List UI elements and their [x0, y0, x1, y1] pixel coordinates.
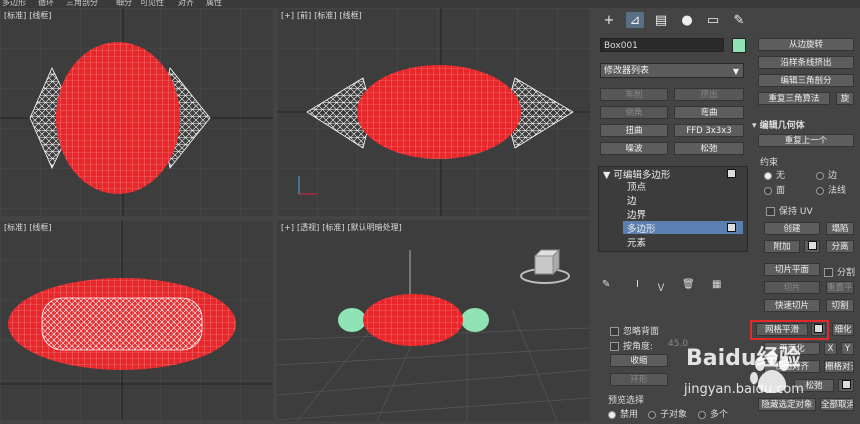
object-color-swatch[interactable] [732, 38, 746, 53]
ignore-backface-checkbox[interactable]: 忽略背面 [610, 324, 659, 337]
lathe-button[interactable]: 车削 [600, 88, 668, 101]
motion-tab-icon[interactable]: ● [678, 12, 696, 28]
show-end-result-icon[interactable]: Ⅰ [636, 279, 639, 290]
menu-triangulate[interactable]: 三角剖分 [66, 0, 98, 8]
display-mode-label[interactable]: [线框] [29, 223, 51, 232]
attach-button[interactable]: 附加 [764, 240, 800, 253]
detach-button[interactable]: 分离 [826, 240, 854, 253]
configure-modifier-sets-icon[interactable]: ▦ [712, 279, 721, 290]
ring-button[interactable]: 环形 [610, 373, 668, 386]
shading-label[interactable]: [标准] [4, 11, 26, 20]
by-angle-checkbox[interactable]: 按角度: [610, 339, 653, 352]
constraints-title: 约束 [760, 158, 779, 168]
edit-triangulation-button[interactable]: 编辑三角剖分 [758, 74, 854, 87]
viewport-top[interactable]: [标准] [线框] [0, 8, 273, 216]
modify-tab-icon[interactable]: ⊿ [626, 12, 644, 28]
menu-loop[interactable]: 循环 [38, 0, 54, 8]
extrude-button[interactable]: 挤出 [674, 88, 744, 101]
attach-settings-button[interactable] [804, 240, 820, 253]
menu-polygon[interactable]: 多边形 [2, 0, 26, 8]
hinge-from-edge-button[interactable]: 从边旋转 [758, 38, 854, 51]
quick-slice-button[interactable]: 快速切片 [764, 299, 820, 312]
cut-button[interactable]: 切割 [826, 299, 854, 312]
stack-root-icon [727, 169, 736, 178]
shading-label[interactable]: [标准] [4, 223, 26, 232]
create-button[interactable]: 创建 [764, 222, 820, 235]
display-mode-label[interactable]: [线框] [339, 11, 361, 20]
slice-button[interactable]: 切片 [764, 281, 820, 294]
stack-item-polygon[interactable]: 多边形 [627, 221, 656, 235]
extrude-along-spline-button[interactable]: 沿样条线挤出 [758, 56, 854, 69]
display-tab-icon[interactable]: ▭ [704, 12, 722, 28]
viewport-left-canvas [0, 220, 273, 421]
command-panel-tabs: + ⊿ ▤ ● ▭ ✎ [598, 10, 744, 30]
viewport-left-label[interactable]: [标准] [线框] [4, 222, 55, 233]
watermark-url: jingyan.baidu.com [684, 382, 804, 397]
viewport-front[interactable]: [+] [前] [标准] [线框] [277, 8, 590, 216]
viewport-front-label[interactable]: [+] [前] [标准] [线框] [281, 10, 365, 21]
view-label[interactable]: [透视] [297, 223, 319, 232]
viewport-perspective-canvas [277, 220, 590, 421]
constraint-edge-radio[interactable]: 边 [816, 168, 837, 181]
collapse-button[interactable]: 塌陷 [826, 222, 854, 235]
reset-plane-button[interactable]: 重置平面 [826, 281, 854, 294]
stack-item-vertex[interactable]: 顶点 [627, 179, 646, 193]
viewport-left[interactable]: [标准] [线框] [0, 220, 273, 421]
display-mode-label[interactable]: [线框] [29, 11, 51, 20]
preserve-uv-checkbox[interactable]: 保持 UV [766, 204, 813, 217]
remove-modifier-icon[interactable]: 🗑 [682, 279, 695, 290]
constraint-none-radio[interactable]: 无 [764, 168, 785, 181]
object-name-field[interactable]: Box001 [600, 38, 724, 52]
viewport-perspective-label[interactable]: [+] [透视] [标准] [默认明暗处理] [281, 222, 405, 233]
chevron-down-icon: ▼ [732, 67, 739, 76]
constraint-normal-radio[interactable]: 法线 [816, 183, 846, 196]
viewport-perspective[interactable]: [+] [透视] [标准] [默认明暗处理] [277, 220, 590, 421]
twist-button[interactable]: 扭曲 [600, 124, 668, 137]
slice-plane-button[interactable]: 切片平面 [764, 263, 820, 276]
make-unique-icon[interactable]: Ｖ [656, 279, 666, 294]
create-tab-icon[interactable]: + [600, 12, 618, 28]
modifier-list-label: 修改器列表 [604, 66, 650, 76]
shading-label[interactable]: [标准] [322, 223, 344, 232]
menu-align[interactable]: 对齐 [178, 0, 194, 8]
baidu-watermark: Baidu经验 jingyan.baidu.com [680, 318, 860, 421]
ffd-button[interactable]: FFD 3x3x3 [674, 124, 744, 137]
viewport-top-label[interactable]: [标准] [线框] [4, 10, 55, 21]
utilities-tab-icon[interactable]: ✎ [730, 12, 748, 28]
modifier-stack: ▼ 可编辑多边形 顶点 边 边界 多边形 元素 [598, 166, 748, 252]
constraint-face-radio[interactable]: 面 [764, 183, 785, 196]
menu-subdivide[interactable]: 细分 [116, 0, 132, 8]
viewport-front-canvas [277, 8, 590, 216]
watermark-text: Baidu经验 [686, 346, 801, 371]
bend-button[interactable]: 弯曲 [674, 106, 744, 119]
hierarchy-tab-icon[interactable]: ▤ [652, 12, 670, 28]
shrink-button[interactable]: 收缩 [610, 354, 668, 367]
noise-button[interactable]: 噪波 [600, 142, 668, 155]
split-checkbox[interactable]: 分割 [824, 265, 855, 278]
viewport-top-canvas [0, 8, 273, 216]
turn-button[interactable]: 旋 [836, 92, 854, 105]
shading-label[interactable]: [标准] [314, 11, 336, 20]
pin-stack-icon[interactable]: ✎ [602, 279, 610, 290]
preview-selection-title: 预览选择 [608, 396, 645, 406]
modifier-list-dropdown[interactable]: 修改器列表 ▼ [600, 63, 744, 78]
viewport-menu-label[interactable]: [+] [281, 223, 294, 232]
stack-item-edge[interactable]: 边 [627, 193, 637, 207]
view-label[interactable]: [前] [297, 11, 311, 20]
stack-item-border[interactable]: 边界 [627, 207, 646, 221]
display-mode-label[interactable]: [默认明暗处理] [347, 223, 401, 232]
edit-geometry-rollout-title[interactable]: ▾ 编辑几何体 [752, 118, 805, 131]
preview-disabled-radio[interactable]: 禁用 [608, 407, 638, 420]
stack-item-polygon-icon [727, 223, 736, 232]
retriangulate-button[interactable]: 重复三角算法 [758, 92, 830, 105]
menu-properties[interactable]: 属性 [206, 0, 222, 8]
stack-toolbar: ✎ Ⅰ Ｖ 🗑 ▦ [600, 279, 744, 294]
bevel-button[interactable]: 倒角 [600, 106, 668, 119]
relax-modifier-button[interactable]: 松弛 [674, 142, 744, 155]
menu-visibility[interactable]: 可见性 [140, 0, 164, 8]
menu-bar: 多边形 循环 三角剖分 细分 可见性 对齐 属性 [0, 0, 860, 8]
viewport-menu-label[interactable]: [+] [281, 11, 294, 20]
stack-item-element[interactable]: 元素 [627, 235, 646, 249]
repeat-last-button[interactable]: 重复上一个 [758, 134, 854, 147]
